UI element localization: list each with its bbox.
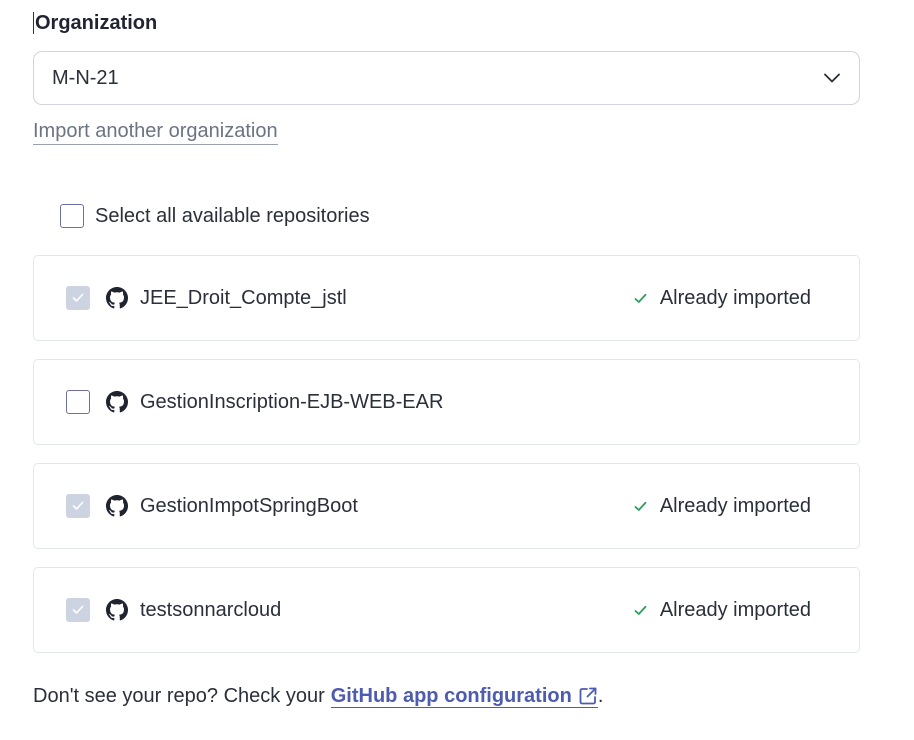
repository-row: JEE_Droit_Compte_jstl Already imported — [33, 255, 860, 341]
github-icon — [106, 599, 128, 621]
repository-name: GestionInscription-EJB-WEB-EAR — [140, 390, 444, 413]
github-icon — [106, 287, 128, 309]
footer-link-label: GitHub app configuration — [330, 685, 572, 707]
external-link-icon — [578, 686, 598, 706]
repository-name: GestionImpotSpringBoot — [140, 494, 358, 517]
repository-checkbox[interactable] — [66, 390, 90, 414]
footer-help: Don't see your repo? Check your GitHub a… — [33, 685, 603, 708]
repository-status: Already imported — [634, 495, 811, 518]
repository-status-label: Already imported — [659, 494, 811, 517]
select-all-checkbox[interactable] — [60, 204, 84, 228]
repository-row: GestionImpotSpringBoot Already imported — [33, 463, 860, 549]
repository-checkbox — [66, 286, 90, 310]
import-another-organization-link[interactable]: Import another organization — [33, 119, 278, 145]
github-app-configuration-link[interactable]: GitHub app configuration — [330, 685, 598, 708]
select-all-row[interactable]: Select all available repositories — [60, 204, 370, 228]
github-icon — [106, 495, 128, 517]
check-icon — [634, 603, 648, 617]
repository-status-label: Already imported — [659, 286, 811, 309]
github-icon — [106, 391, 128, 413]
repository-row: testsonnarcloud Already imported — [33, 567, 860, 653]
organization-select-value: M-N-21 — [52, 66, 119, 89]
repository-checkbox — [66, 598, 90, 622]
repository-list: JEE_Droit_Compte_jstl Already imported G… — [33, 255, 860, 671]
text-cursor — [33, 12, 34, 34]
check-icon — [634, 499, 648, 513]
organization-select[interactable]: M-N-21 — [33, 51, 860, 105]
organization-label: Organization — [35, 12, 158, 34]
select-all-label: Select all available repositories — [95, 204, 370, 227]
repository-row[interactable]: GestionInscription-EJB-WEB-EAR — [33, 359, 860, 445]
repository-name: JEE_Droit_Compte_jstl — [140, 286, 347, 309]
import-repositories-page: Organization M-N-21 Import another organ… — [0, 0, 914, 740]
repository-status-label: Already imported — [659, 598, 811, 621]
check-icon — [634, 291, 648, 305]
repository-status: Already imported — [634, 599, 811, 622]
repository-status: Already imported — [634, 287, 811, 310]
repository-checkbox — [66, 494, 90, 518]
repository-name: testsonnarcloud — [140, 598, 282, 621]
footer-text: Don't see your repo? Check your — [33, 685, 325, 707]
chevron-down-icon — [823, 69, 841, 87]
footer-suffix: . — [597, 685, 604, 707]
